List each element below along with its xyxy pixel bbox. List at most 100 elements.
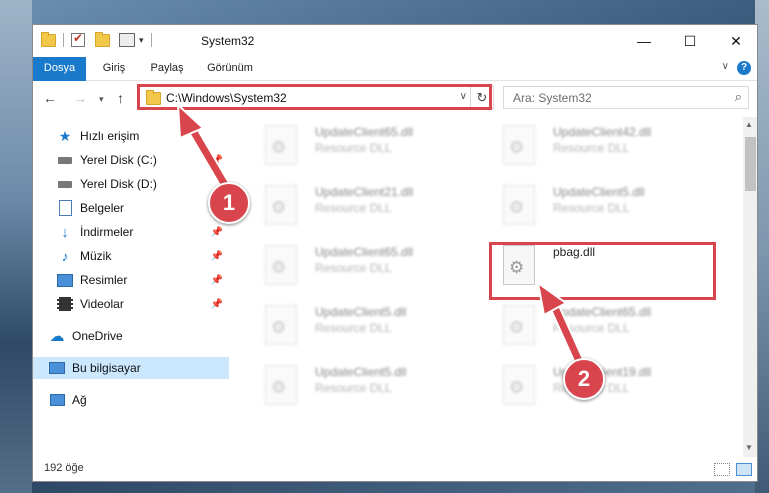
sidebar-item-downloads[interactable]: ↓ İndirmeler 📌: [33, 221, 229, 243]
sidebar-item-label: Bu bilgisayar: [72, 361, 141, 375]
sidebar-item-label: Ağ: [72, 393, 87, 407]
dll-file-icon: [503, 125, 535, 165]
item-count: 192 öğe: [44, 462, 84, 474]
file-name: UpdateClient65.dll: [553, 305, 652, 319]
sidebar-item-music[interactable]: ♪ Müzik 📌: [33, 245, 229, 267]
sidebar-item-pictures[interactable]: Resimler 📌: [33, 269, 229, 291]
sidebar-item-documents[interactable]: Belgeler: [33, 197, 229, 219]
sidebar-item-label: Belgeler: [80, 201, 125, 215]
maximize-button[interactable]: ☐: [667, 25, 713, 57]
sidebar-item-this-pc[interactable]: Bu bilgisayar: [33, 357, 229, 379]
pictures-icon: [57, 272, 73, 288]
up-arrow-icon[interactable]: ↑: [117, 90, 124, 106]
window-title: System32: [201, 34, 255, 48]
tab-view[interactable]: Görünüm: [199, 57, 261, 80]
pin-icon[interactable]: 📌: [211, 299, 223, 310]
qat-dropdown-icon[interactable]: ▾: [139, 35, 144, 46]
recent-dropdown-icon[interactable]: ▾: [99, 94, 104, 105]
computer-icon: [49, 360, 65, 376]
large-icons-view-icon[interactable]: [736, 463, 752, 476]
sidebar-item-label: Yerel Disk (D:): [80, 177, 157, 191]
sidebar-item-label: Resimler: [80, 273, 128, 287]
tab-home[interactable]: Giriş: [91, 57, 137, 80]
sidebar-item-label: OneDrive: [72, 329, 123, 343]
search-icon[interactable]: ⌕: [735, 89, 742, 105]
folder-icon: [41, 31, 56, 47]
details-view-icon[interactable]: [714, 463, 730, 476]
file-type: Resource DLL: [553, 201, 630, 215]
file-item[interactable]: UpdateClient5.dll Resource DLL: [489, 179, 719, 237]
music-icon: ♪: [61, 248, 69, 264]
dll-file-icon: [503, 365, 535, 405]
sidebar-item-disk-d[interactable]: Yerel Disk (D:): [33, 173, 229, 195]
drive-icon: [57, 176, 73, 192]
pin-icon[interactable]: 📌: [211, 251, 223, 262]
file-item[interactable]: UpdateClient42.dll Resource DLL: [489, 119, 719, 177]
help-icon[interactable]: ?: [737, 61, 751, 75]
pin-icon[interactable]: 📌: [211, 275, 223, 286]
dll-file-icon: [265, 245, 297, 285]
video-icon: [57, 296, 73, 312]
network-icon: [49, 392, 65, 408]
download-icon: ↓: [61, 223, 69, 241]
pin-icon[interactable]: 📌: [211, 227, 223, 238]
step-1-callout: 1: [208, 182, 250, 224]
cloud-icon: ☁: [49, 328, 65, 345]
drive-icon: [57, 152, 73, 168]
sidebar-item-label: Müzik: [80, 249, 112, 263]
file-type: Resource DLL: [315, 381, 392, 395]
forward-arrow-icon[interactable]: →: [73, 90, 87, 106]
file-name: UpdateClient5.dll: [553, 185, 645, 199]
sidebar-item-disk-c[interactable]: Yerel Disk (C:) 📌: [33, 149, 229, 171]
file-item[interactable]: UpdateClient5.dll Resource DLL: [251, 299, 481, 357]
scrollbar-thumb[interactable]: [745, 137, 756, 191]
document-icon: [57, 200, 73, 216]
file-type: Resource DLL: [315, 141, 392, 155]
file-item[interactable]: UpdateClient65.dll Resource DLL: [489, 299, 719, 357]
minimize-button[interactable]: —: [621, 25, 667, 57]
vertical-scrollbar[interactable]: ▲ ▼: [743, 117, 757, 457]
dll-file-icon: [265, 365, 297, 405]
file-item[interactable]: UpdateClient65.dll Resource DLL: [251, 239, 481, 297]
new-folder-icon[interactable]: [95, 31, 110, 47]
step-2-callout: 2: [563, 358, 605, 400]
file-type: Resource DLL: [315, 201, 392, 215]
sidebar-item-label: İndirmeler: [80, 225, 134, 239]
back-arrow-icon[interactable]: ←: [43, 90, 57, 106]
dll-file-icon: [265, 185, 297, 225]
file-name: UpdateClient5.dll: [315, 305, 407, 319]
sidebar-item-quick-access[interactable]: ★ Hızlı erişim: [33, 125, 229, 147]
separator: [63, 33, 64, 47]
dll-file-icon: [265, 125, 297, 165]
search-placeholder: Ara: System32: [513, 91, 592, 105]
pbag-highlight-box: [489, 242, 716, 300]
explorer-window: ▾ System32 — ☐ ✕ Dosya Giriş Paylaş Görü…: [32, 24, 758, 482]
dll-file-icon: [503, 305, 535, 345]
sidebar-item-onedrive[interactable]: ☁ OneDrive: [33, 325, 229, 347]
navigation-pane: ★ Hızlı erişim Yerel Disk (C:) 📌 Yerel D…: [33, 117, 229, 447]
search-input[interactable]: Ara: System32 ⌕: [503, 86, 749, 109]
scroll-up-icon[interactable]: ▲: [745, 120, 753, 129]
view-props-icon[interactable]: [119, 33, 135, 47]
scroll-down-icon[interactable]: ▼: [745, 443, 753, 452]
sidebar-item-videos[interactable]: Videolar 📌: [33, 293, 229, 315]
sidebar-item-label: Hızlı erişim: [80, 129, 140, 143]
file-name: UpdateClient65.dll: [315, 245, 414, 259]
quick-access-toolbar: ▾: [41, 31, 155, 47]
title-bar: ▾ System32 — ☐ ✕: [33, 25, 757, 57]
file-item[interactable]: UpdateClient21.dll Resource DLL: [251, 179, 481, 237]
dll-file-icon: [265, 305, 297, 345]
navigation-bar: ← → ▾ ↑ C:\Windows\System32 ∨ ↻ Ara: Sys…: [33, 81, 757, 115]
file-name: UpdateClient65.dll: [315, 125, 414, 139]
file-item[interactable]: UpdateClient65.dll Resource DLL: [251, 119, 481, 177]
file-item[interactable]: UpdateClient19.dll Resource DLL: [489, 359, 719, 417]
tab-share[interactable]: Paylaş: [141, 57, 193, 80]
properties-check-icon[interactable]: [71, 31, 85, 47]
pin-icon[interactable]: 📌: [211, 155, 223, 166]
close-button[interactable]: ✕: [713, 25, 757, 57]
star-icon: ★: [58, 127, 72, 144]
sidebar-item-network[interactable]: Ağ: [33, 389, 229, 411]
ribbon-expand-icon[interactable]: ∨: [722, 61, 729, 72]
file-type: Resource DLL: [315, 321, 392, 335]
file-item[interactable]: UpdateClient5.dll Resource DLL: [251, 359, 481, 417]
